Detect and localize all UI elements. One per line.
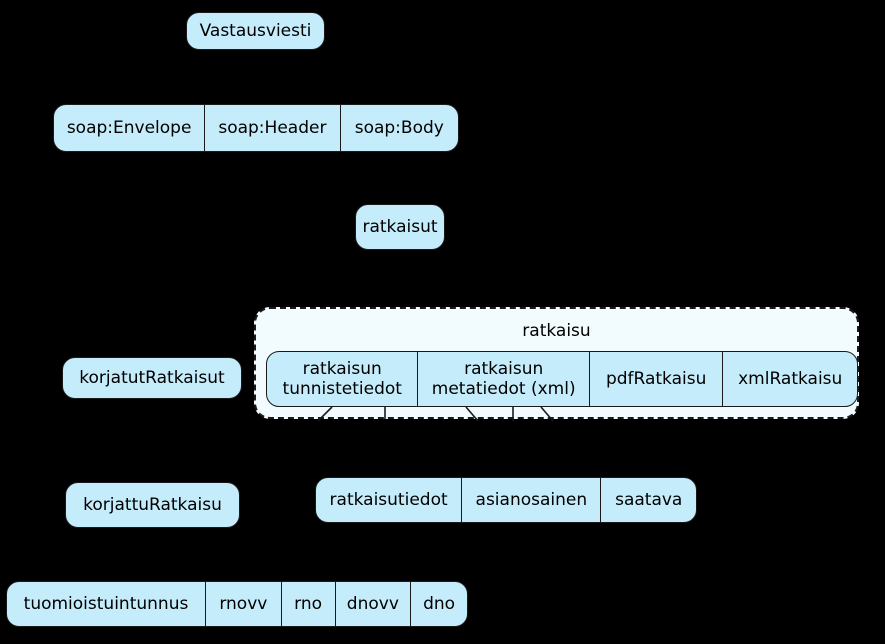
cell-tuomioistuintunnus-label: tuomioistuintunnus (23, 593, 189, 614)
cell-ratkaisun-metatiedot[interactable]: ratkaisun metatiedot (xml) (418, 352, 590, 406)
node-ratkaisut[interactable]: ratkaisut (355, 204, 445, 250)
diagram-canvas: Vastausviesti soap:Envelope soap:Header … (0, 0, 885, 644)
node-korjattu-ratkaisu[interactable]: korjattuRatkaisu (65, 482, 240, 528)
row-ratkaisu-cells: ratkaisun tunnistetiedot ratkaisun metat… (266, 351, 858, 407)
cell-ratkaisun-tunnistetiedot-line2: tunnistetiedot (282, 379, 402, 399)
cell-soap-header-label: soap:Header (218, 117, 327, 138)
cell-dnovv-label: dnovv (346, 593, 399, 614)
cell-rnovv-label: rnovv (219, 593, 268, 614)
cell-pdf-ratkaisu-label: pdfRatkaisu (605, 368, 707, 389)
cell-asianosainen-label: asianosainen (475, 489, 588, 510)
cell-soap-envelope[interactable]: soap:Envelope (54, 105, 206, 151)
node-korjatut-ratkaisut-label: korjatutRatkaisut (79, 367, 225, 388)
cell-saatava-label: saatava (615, 489, 683, 510)
cell-xml-ratkaisu[interactable]: xmlRatkaisu (723, 352, 857, 406)
row-ratkaisutiedot: ratkaisutiedot asianosainen saatava (315, 477, 697, 523)
cell-dno[interactable]: dno (411, 582, 467, 626)
cell-pdf-ratkaisu[interactable]: pdfRatkaisu (590, 352, 724, 406)
row-soap: soap:Envelope soap:Header soap:Body (53, 104, 459, 152)
cell-dno-label: dno (423, 593, 456, 614)
cell-ratkaisutiedot[interactable]: ratkaisutiedot (316, 478, 463, 522)
cell-soap-body[interactable]: soap:Body (341, 105, 458, 151)
cell-rnovv[interactable]: rnovv (206, 582, 282, 626)
cell-ratkaisun-metatiedot-line2: metatiedot (xml) (431, 379, 576, 399)
cell-soap-header[interactable]: soap:Header (205, 105, 341, 151)
cell-soap-envelope-label: soap:Envelope (66, 117, 192, 138)
cell-tuomioistuintunnus[interactable]: tuomioistuintunnus (7, 582, 206, 626)
node-vastausviesti-label: Vastausviesti (199, 20, 312, 41)
cell-ratkaisun-tunnistetiedot-line1: ratkaisun (302, 358, 382, 379)
node-korjattu-ratkaisu-label: korjattuRatkaisu (83, 494, 222, 515)
cell-dnovv[interactable]: dnovv (336, 582, 412, 626)
node-korjatut-ratkaisut[interactable]: korjatutRatkaisut (62, 357, 242, 399)
cell-rno[interactable]: rno (282, 582, 336, 626)
row-tunniste: tuomioistuintunnus rnovv rno dnovv dno (6, 581, 468, 627)
node-vastausviesti[interactable]: Vastausviesti (186, 12, 325, 50)
cell-xml-ratkaisu-label: xmlRatkaisu (738, 368, 843, 389)
cell-ratkaisun-metatiedot-line1: ratkaisun (464, 358, 544, 379)
cell-soap-body-label: soap:Body (354, 117, 444, 138)
cell-rno-label: rno (294, 593, 323, 614)
cell-saatava[interactable]: saatava (601, 478, 696, 522)
node-ratkaisut-label: ratkaisut (362, 216, 438, 237)
cell-ratkaisutiedot-label: ratkaisutiedot (329, 489, 448, 510)
cell-asianosainen[interactable]: asianosainen (462, 478, 602, 522)
group-ratkaisu-title: ratkaisu (522, 321, 591, 341)
cell-ratkaisun-tunnistetiedot[interactable]: ratkaisun tunnistetiedot (267, 352, 419, 406)
